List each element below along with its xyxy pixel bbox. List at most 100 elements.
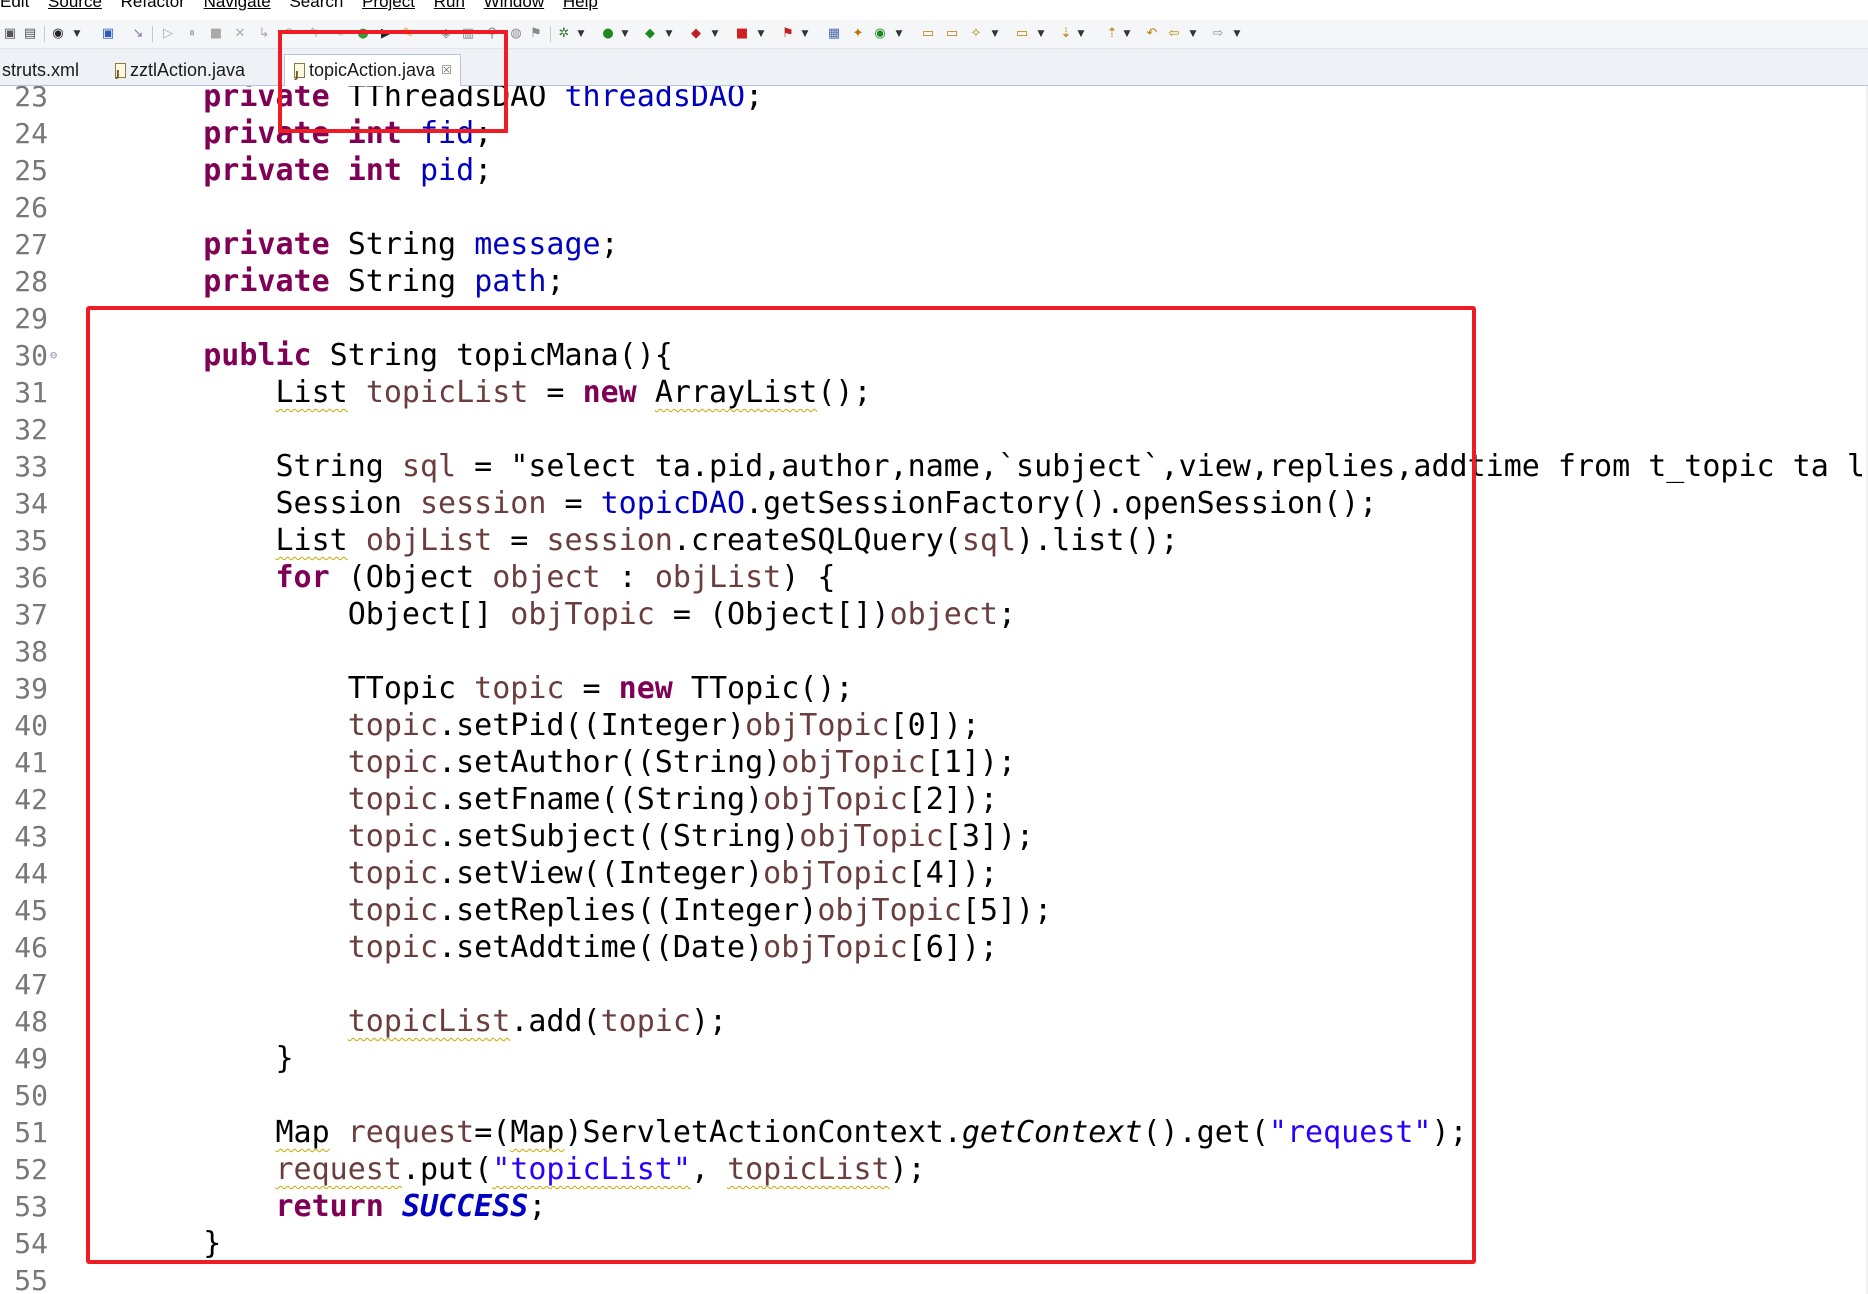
chevron-down-icon[interactable]: ▼ [664,27,674,41]
code-line[interactable]: 48 topicList.add(topic); [0,1003,1868,1040]
resume-icon[interactable]: ▷ [160,26,176,42]
code-line[interactable]: 27 private String message; [0,226,1868,263]
chevron-down-icon[interactable]: ▼ [756,27,766,41]
skip-breakpoints-icon[interactable]: ↘ [130,26,146,42]
open-project-icon[interactable]: ▭ [944,26,960,42]
menu-edit[interactable]: Edit [0,0,29,11]
chevron-down-icon[interactable]: ▼ [620,27,630,41]
highlight-icon[interactable]: ✎ [400,26,416,42]
code-line[interactable]: 31 List topicList = new ArrayList(); [0,374,1868,411]
code-line[interactable]: 33 String sql = "select ta.pid,author,na… [0,448,1868,485]
code-line[interactable]: 51 Map request=(Map)ServletActionContext… [0,1114,1868,1151]
search-icon[interactable]: ⚲ [484,26,500,42]
menu-project[interactable]: Project [362,0,415,11]
terminal-icon[interactable]: ▣ [100,26,116,42]
code-line[interactable]: 37 Object[] objTopic = (Object[])object; [0,596,1868,633]
menu-source[interactable]: Source [48,0,102,11]
wand-icon[interactable]: ✧ [968,26,984,42]
code-line[interactable]: 43 topic.setSubject((String)objTopic[3])… [0,818,1868,855]
chevron-down-icon[interactable]: ▼ [710,27,720,41]
coverage-icon[interactable]: ● [355,26,371,42]
code-line[interactable]: 54 } [0,1225,1868,1262]
code-line[interactable]: 46 topic.setAddtime((Date)objTopic[6]); [0,929,1868,966]
code-line[interactable]: 24 private int fid; [0,115,1868,152]
publish-icon[interactable]: ⚑ [780,26,796,42]
new-class-icon[interactable]: ✦ [850,26,866,42]
code-line[interactable]: 32 [0,411,1868,448]
chevron-down-icon[interactable]: ▼ [990,27,1000,41]
save-icon[interactable]: ▣ [2,26,18,42]
code-line[interactable]: 36 for (Object object : objList) { [0,559,1868,596]
chevron-down-icon[interactable]: ▼ [576,27,586,41]
open-folder-icon[interactable]: ▭ [920,26,936,42]
code-line[interactable]: 39 TTopic topic = new TTopic(); [0,670,1868,707]
code-editor[interactable]: 23 private TThreadsDAO threadsDAO; 24 pri… [0,86,1868,1294]
next-annotation-icon[interactable]: ▶ [378,26,394,42]
profile-icon[interactable]: ◆ [688,26,704,42]
code-line[interactable]: 38 [0,633,1868,670]
code-line[interactable]: 29 [0,300,1868,337]
terminate-icon[interactable]: ■ [208,26,224,42]
chevron-down-icon[interactable]: ▼ [1122,27,1132,41]
open-type-icon[interactable]: ◈ [438,26,454,42]
chevron-down-icon[interactable]: ▼ [1036,27,1046,41]
code-line[interactable]: 35 List objList = session.createSQLQuery… [0,522,1868,559]
next-edit-icon[interactable]: ⇣ [1058,26,1074,42]
debug-icon[interactable]: ✲ [556,26,572,42]
close-icon[interactable]: ☒ [441,63,452,77]
chevron-down-icon[interactable]: ▼ [800,27,810,41]
chevron-down-icon[interactable]: ▼ [1232,27,1242,41]
step-return-icon[interactable]: ↰ [306,26,322,42]
pin-icon[interactable]: ⚑ [528,26,544,42]
code-line[interactable]: 44 topic.setView((Integer)objTopic[4]); [0,855,1868,892]
code-line[interactable]: 49 } [0,1040,1868,1077]
collapse-icon[interactable]: ⊖ [50,337,57,374]
code-line[interactable]: 41 topic.setAuthor((String)objTopic[1]); [0,744,1868,781]
run-icon[interactable]: ● [600,26,616,42]
code-line[interactable]: 28 private String path; [0,263,1868,300]
code-line[interactable]: 34 Session session = topicDAO.getSession… [0,485,1868,522]
new-java-icon[interactable]: ◉ [872,26,888,42]
build-icon[interactable]: ◉ [50,26,66,42]
tab-zztlaction-java[interactable]: zztlAction.java [114,56,245,89]
code-line[interactable]: 52 request.put("topicList", topicList); [0,1151,1868,1188]
code-line[interactable]: 26 [0,189,1868,226]
menu-run[interactable]: Run [434,0,465,11]
menu-window[interactable]: Window [484,0,544,11]
code-line[interactable]: 50 [0,1077,1868,1114]
step-into-icon[interactable]: ↳ [256,26,272,42]
suspend-icon[interactable]: ⏸ [184,26,200,42]
forward-icon[interactable]: ⇨ [1210,26,1226,42]
save-all-icon[interactable]: ▤ [22,26,38,42]
back-icon[interactable]: ⇦ [1166,26,1182,42]
code-line[interactable]: 45 topic.setReplies((Integer)objTopic[5]… [0,892,1868,929]
code-line[interactable]: 25 private int pid; [0,152,1868,189]
run-server-icon[interactable]: ◆ [642,26,658,42]
new-server-icon[interactable]: ▦ [826,26,842,42]
open-task-icon[interactable]: ▥ [460,26,476,42]
code-line[interactable]: 53 return SUCCESS; [0,1188,1868,1225]
menu-refactor[interactable]: Refactor [121,0,185,11]
chevron-down-icon[interactable]: ▼ [1188,27,1198,41]
tab-struts-xml[interactable]: struts.xml [2,56,79,84]
code-line[interactable]: 30 ⊖ public String topicMana(){ [0,337,1868,374]
code-line[interactable]: 40 topic.setPid((Integer)objTopic[0]); [0,707,1868,744]
menu-help[interactable]: Help [563,0,598,11]
stop-icon[interactable]: ■ [734,26,750,42]
step-over-icon[interactable]: ↷ [282,26,298,42]
code-line[interactable]: 42 topic.setFname((String)objTopic[2]); [0,781,1868,818]
menu-navigate[interactable]: Navigate [204,0,271,11]
code-line[interactable]: 55 [0,1262,1868,1294]
open-file-icon[interactable]: ▭ [1014,26,1030,42]
menu-search[interactable]: Search [289,0,343,11]
chevron-down-icon[interactable]: ▼ [894,27,904,41]
code-line[interactable]: 47 [0,966,1868,1003]
prev-edit-icon[interactable]: ⇡ [1104,26,1120,42]
web-browser-icon[interactable]: ◍ [508,26,524,42]
chevron-down-icon[interactable]: ▼ [72,27,82,41]
code-line[interactable]: 23 private TThreadsDAO threadsDAO; [0,86,1868,115]
chevron-down-icon[interactable]: ▼ [1076,27,1086,41]
drop-to-frame-icon[interactable]: ⇥ [330,26,346,42]
last-edit-icon[interactable]: ↶ [1144,26,1160,42]
tab-topicaction-java[interactable]: topicAction.java ☒ [284,54,461,91]
